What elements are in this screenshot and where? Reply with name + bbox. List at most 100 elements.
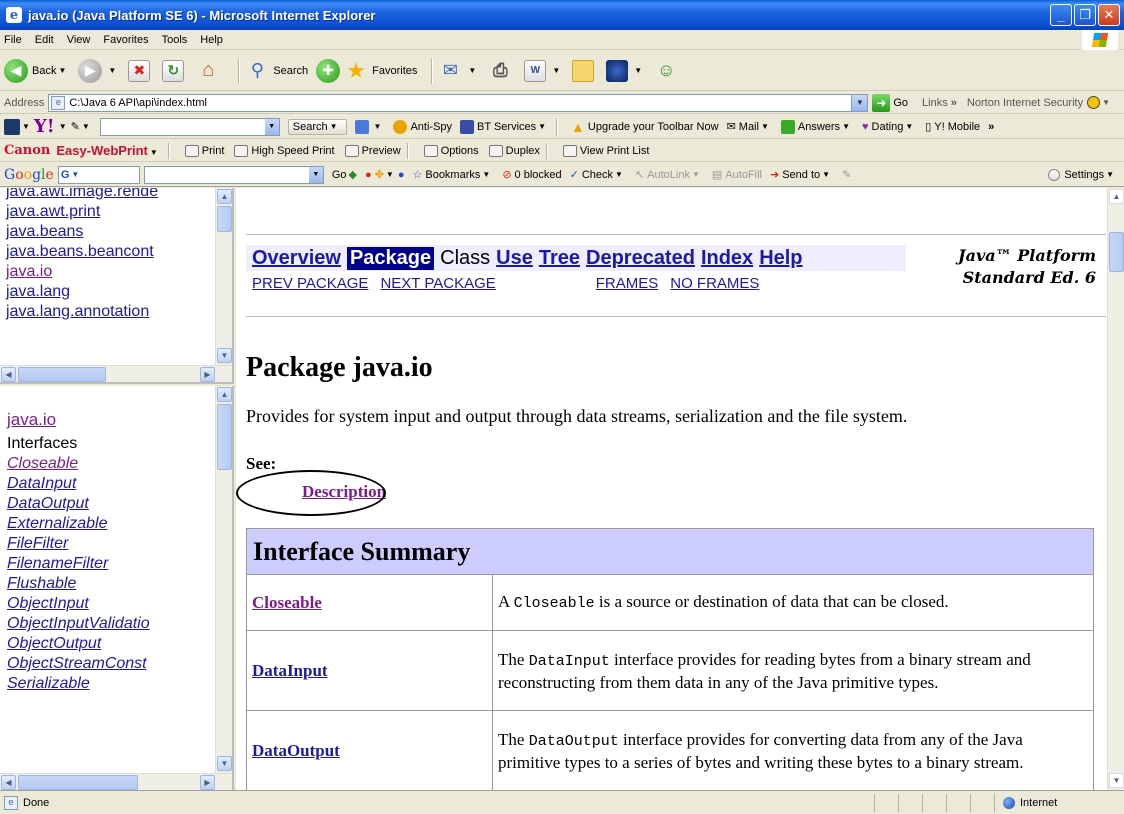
description-link[interactable]: Description (302, 482, 386, 502)
history-button[interactable]: ✉ ▼ (438, 59, 480, 83)
dating-button[interactable]: ♥ Dating ▼ (862, 121, 917, 133)
yahoo-highlight-button[interactable]: ▼ (354, 119, 386, 134)
package-link[interactable]: java.awt.print (6, 202, 158, 222)
nav-index-link[interactable]: Index (701, 247, 753, 270)
main-vscrollbar[interactable]: ▲ ▼ (1107, 188, 1124, 790)
mail-button[interactable]: ✉ Mail ▼ (727, 120, 773, 134)
interface-link[interactable]: Externalizable (7, 514, 150, 534)
print-button[interactable]: ⎙ (488, 59, 516, 83)
class-vscrollbar[interactable]: ▲ ▼ (215, 386, 232, 773)
interface-name-link[interactable]: DataOutput (246, 710, 493, 790)
back-button[interactable]: ◀ Back ▼ (4, 58, 70, 83)
interface-link[interactable]: DataInput (7, 474, 150, 494)
prev-package-link[interactable]: PREV PACKAGE (252, 275, 368, 292)
high-speed-print-button[interactable]: High Speed Print (234, 144, 335, 157)
interface-link[interactable]: Serializable (7, 674, 150, 694)
search-button[interactable]: ⚲ Search (245, 59, 308, 83)
interface-link[interactable]: ObjectInputValidatio (7, 614, 150, 634)
interface-link[interactable]: FileFilter (7, 534, 150, 554)
media-button[interactable]: ▼ (606, 59, 646, 82)
nav-deprecated-link[interactable]: Deprecated (586, 247, 695, 270)
scroll-down-icon[interactable]: ▼ (217, 348, 232, 363)
bookmarks-button[interactable]: ☆ Bookmarks ▼ (412, 168, 494, 182)
answers-button[interactable]: Answers ▼ (780, 119, 854, 134)
duplex-button[interactable]: Duplex (488, 144, 540, 157)
package-vscrollbar[interactable]: ▲ ▼ (215, 188, 232, 365)
menu-tools[interactable]: Tools (162, 34, 188, 46)
minimize-button[interactable]: _ (1050, 4, 1072, 26)
easy-webprint-menu[interactable]: Easy-WebPrint ▼ (56, 143, 161, 158)
scroll-left-icon[interactable]: ◀ (1, 367, 16, 382)
package-link[interactable]: java.beans.beancont (6, 242, 158, 262)
nav-overview-link[interactable]: Overview (252, 247, 341, 270)
scroll-up-icon[interactable]: ▲ (1109, 189, 1124, 204)
interface-link[interactable]: Flushable (7, 574, 150, 594)
interface-link[interactable]: FilenameFilter (7, 554, 150, 574)
menu-edit[interactable]: Edit (35, 34, 54, 46)
messenger-button[interactable]: ☺ (654, 59, 682, 83)
class-hscrollbar[interactable]: ◀ ▶ (0, 773, 232, 790)
scroll-right-icon[interactable]: ▶ (200, 367, 215, 382)
scroll-down-icon[interactable]: ▼ (1109, 773, 1124, 788)
scroll-down-icon[interactable]: ▼ (217, 756, 232, 771)
interface-name-link[interactable]: DataInput (246, 630, 493, 711)
menu-help[interactable]: Help (200, 34, 223, 46)
menu-view[interactable]: View (67, 34, 91, 46)
options-button[interactable]: Options (423, 144, 479, 157)
nav-tree-link[interactable]: Tree (539, 247, 580, 270)
scroll-up-icon[interactable]: ▲ (217, 387, 232, 402)
menu-file[interactable]: File (4, 34, 22, 46)
package-link[interactable]: java.awt.image.rende (6, 188, 158, 202)
google-buttons[interactable]: ● ✤ ▼ ● (365, 168, 405, 182)
refresh-button[interactable]: ↻ (162, 59, 188, 82)
bt-services-button[interactable]: BT Services ▼ (460, 119, 550, 134)
scroll-right-icon[interactable]: ▶ (200, 775, 215, 790)
interface-name-link[interactable]: Closeable (246, 574, 493, 631)
google-logo[interactable]: Google (4, 167, 54, 183)
google-search-input[interactable]: ▼ (143, 165, 324, 184)
google-settings-button[interactable]: Settings ▼ (1048, 168, 1118, 181)
yahoo-search-button[interactable]: Search ▼ (287, 118, 347, 135)
preview-button[interactable]: Preview (344, 144, 401, 157)
links-button[interactable]: Links » (922, 97, 957, 109)
interface-link[interactable]: ObjectStreamConst (7, 654, 150, 674)
package-link[interactable]: java.lang (6, 282, 158, 302)
scroll-up-icon[interactable]: ▲ (217, 189, 232, 204)
scroll-left-icon[interactable]: ◀ (1, 775, 16, 790)
package-heading-link[interactable]: java.io (7, 410, 150, 430)
upgrade-toolbar-button[interactable]: ▲ Upgrade your Toolbar Now (571, 119, 719, 135)
nav-use-link[interactable]: Use (496, 247, 533, 270)
interface-link[interactable]: DataOutput (7, 494, 150, 514)
next-package-link[interactable]: NEXT PACKAGE (380, 275, 495, 292)
favorites-button[interactable]: ✚ ★ Favorites (316, 58, 417, 83)
anti-spy-button[interactable]: Anti-Spy (393, 119, 452, 134)
package-hscrollbar[interactable]: ◀ ▶ (0, 365, 232, 382)
google-g-menu[interactable]: G ▼ (57, 165, 140, 184)
messenger-small-icon[interactable] (4, 118, 20, 135)
view-print-list-button[interactable]: View Print List (562, 144, 649, 157)
home-button[interactable]: ⌂ (196, 59, 224, 83)
canon-print-button[interactable]: Print (184, 144, 224, 157)
stop-button[interactable]: ✖ (128, 59, 154, 82)
mobile-button[interactable]: ▯ Y! Mobile (925, 120, 980, 134)
no-frames-link[interactable]: NO FRAMES (670, 275, 759, 292)
package-link[interactable]: java.beans (6, 222, 158, 242)
forward-button[interactable]: ▶ ▼ (78, 58, 120, 83)
package-link[interactable]: java.io (6, 262, 158, 282)
interface-link[interactable]: ObjectInput (7, 594, 150, 614)
address-input[interactable]: e C:\Java 6 API\api\index.html ▼ (48, 93, 869, 112)
autolink-button[interactable]: ↖ AutoLink ▼ (635, 168, 704, 182)
spell-check-button[interactable]: ✓ Check ▼ (570, 168, 627, 182)
interface-link[interactable]: Closeable (7, 454, 150, 474)
go-button[interactable]: ➜ Go (872, 93, 908, 112)
folder-button[interactable] (572, 59, 598, 82)
yahoo-more-button[interactable]: » (988, 121, 994, 133)
menu-favorites[interactable]: Favorites (103, 34, 148, 46)
interface-link[interactable]: ObjectOutput (7, 634, 150, 654)
send-to-button[interactable]: ➜ Send to ▼ (770, 168, 834, 182)
edit-button[interactable]: W ▼ (524, 59, 564, 82)
popup-blocker-button[interactable]: ⊘ 0 blocked (502, 168, 561, 182)
norton-button[interactable]: Norton Internet Security ▼ (967, 96, 1114, 109)
maximize-button[interactable]: ❐ (1074, 4, 1096, 26)
package-link[interactable]: java.lang.annotation (6, 302, 158, 322)
